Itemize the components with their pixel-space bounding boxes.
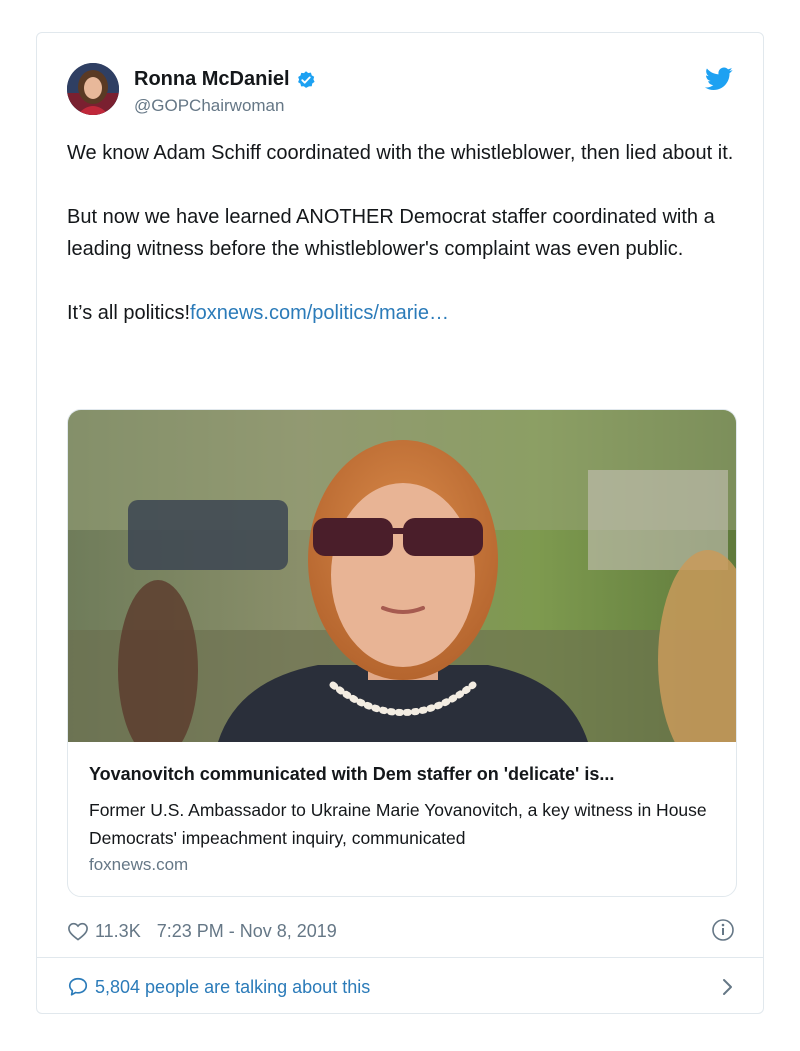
tweet-card: Ronna McDaniel @GOPChairwoman We know Ad… <box>36 32 764 1014</box>
avatar[interactable] <box>67 63 119 115</box>
tweet-paragraph-text: It’s all politics! <box>67 302 191 324</box>
news-photo <box>68 410 736 742</box>
speech-bubble-icon <box>68 977 88 996</box>
tweet-meta: 11.3K 7:23 PM - Nov 8, 2019 <box>67 917 735 945</box>
tweet-paragraph-last: It’s all politics!foxnews.com/politics/m… <box>67 297 737 329</box>
author-name-row[interactable]: Ronna McDaniel <box>134 68 316 91</box>
like-count[interactable]: 11.3K <box>95 921 141 942</box>
link-preview-domain: foxnews.com <box>89 855 189 874</box>
link-preview-card[interactable]: Yovanovitch communicated with Dem staffe… <box>67 409 737 897</box>
tweet-text: We know Adam Schiff coordinated with the… <box>67 137 737 329</box>
tweet-link[interactable]: foxnews.com/politics/marie… <box>190 302 449 324</box>
divider <box>37 957 763 958</box>
heart-icon[interactable] <box>67 921 89 941</box>
author-handle[interactable]: @GOPChairwoman <box>134 96 284 116</box>
avatar-image <box>67 63 119 115</box>
link-preview-title[interactable]: Yovanovitch communicated with Dem staffe… <box>89 764 719 785</box>
author-name[interactable]: Ronna McDaniel <box>134 68 290 91</box>
timestamp[interactable]: 7:23 PM - Nov 8, 2019 <box>157 921 337 942</box>
link-preview-image[interactable] <box>68 410 736 742</box>
conversation-count[interactable]: 5,804 people are talking about this <box>95 977 370 998</box>
tweet-paragraph: We know Adam Schiff coordinated with the… <box>67 142 734 164</box>
tweet-paragraph: But now we have learned ANOTHER Democrat… <box>67 206 715 260</box>
info-icon[interactable] <box>711 918 735 942</box>
link-preview-description: Former U.S. Ambassador to Ukraine Marie … <box>89 800 707 848</box>
chevron-right-icon[interactable] <box>721 977 735 997</box>
conversation-link[interactable]: 5,804 people are talking about this <box>67 973 735 1001</box>
verified-badge-icon <box>297 70 315 88</box>
twitter-bird-icon[interactable] <box>705 67 733 91</box>
